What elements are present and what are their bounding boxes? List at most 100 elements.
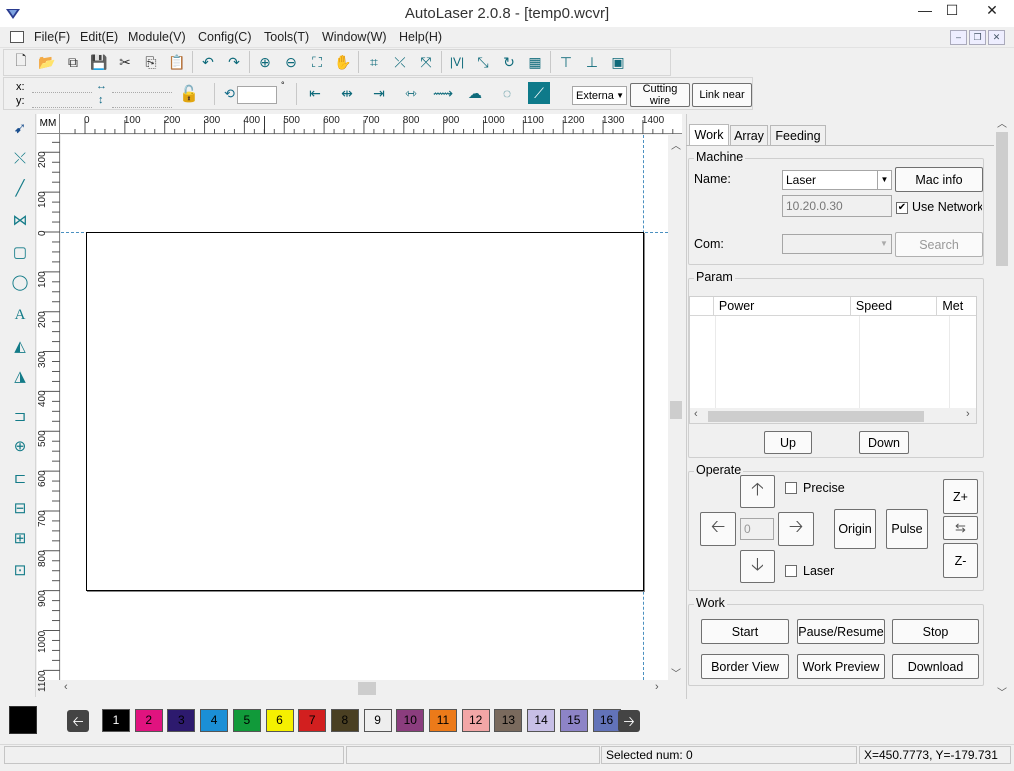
zoom-in-icon[interactable]: ⊕ xyxy=(254,51,276,73)
line-tool-icon[interactable]: ╱ xyxy=(9,178,31,200)
select-node-icon[interactable]: ⌗ xyxy=(363,51,385,73)
horizontal-scroll-thumb[interactable] xyxy=(358,682,376,695)
search-button[interactable]: Search xyxy=(895,232,983,257)
paste-icon[interactable]: 📋 xyxy=(166,51,188,73)
same-size-tool-icon[interactable]: ⊡ xyxy=(9,560,31,582)
layer-swatch-10[interactable]: 10 xyxy=(396,709,425,732)
lock-ratio-icon[interactable]: 🔓 xyxy=(179,84,199,104)
cloud-icon[interactable]: ☁ xyxy=(464,82,486,104)
mirror-h-tool-icon[interactable]: ◭ xyxy=(9,336,31,358)
distribute-icon[interactable]: ⇿ xyxy=(400,82,422,104)
y-input[interactable] xyxy=(32,95,92,108)
rotate-icon[interactable]: ↻ xyxy=(498,51,520,73)
zoom-out-icon[interactable]: ⊖ xyxy=(280,51,302,73)
layer-swatch-1[interactable]: 1 xyxy=(102,709,130,732)
param-table[interactable]: Power Speed Met ‹ › xyxy=(689,296,977,424)
param-table-scrollbar[interactable]: ‹ › xyxy=(690,408,976,423)
mdi-restore-button[interactable]: ❐ xyxy=(969,30,986,45)
use-network-checkbox[interactable]: ✔ xyxy=(896,202,908,214)
layer-swatch-6[interactable]: 6 xyxy=(265,709,294,732)
distribute-v-tool-icon[interactable]: ⊟ xyxy=(9,498,31,520)
mdi-minimize-button[interactable]: – xyxy=(950,30,967,45)
tab-array[interactable]: Array xyxy=(730,125,768,146)
scroll-left-icon[interactable]: ‹ xyxy=(694,408,698,420)
polyline-tool-icon[interactable]: ⋈ xyxy=(9,210,31,232)
document-icon[interactable] xyxy=(10,31,24,43)
close-button[interactable]: ✕ xyxy=(972,0,1012,20)
column-header-power[interactable]: Power xyxy=(714,297,851,315)
ellipse-tool-icon[interactable]: ◯ xyxy=(9,272,31,294)
menu-tools[interactable]: Tools(T) xyxy=(264,30,309,44)
column-header-speed[interactable]: Speed xyxy=(851,297,938,315)
layer-swatch-16[interactable]: 16 xyxy=(592,709,621,732)
scroll-right-icon[interactable]: › xyxy=(966,408,970,420)
cutting-wire-button[interactable]: Cutting wire xyxy=(630,83,690,107)
arrow-down-button[interactable]: 🡣 xyxy=(740,550,775,583)
align-bottom-tool-icon[interactable]: ⊏ xyxy=(9,468,31,490)
pause-resume-button[interactable]: Pause/Resume xyxy=(797,619,885,644)
z-swap-button[interactable]: ⇆ xyxy=(943,516,978,540)
grid-icon[interactable]: ▦ xyxy=(524,51,546,73)
scroll-down-icon[interactable]: ﹀ xyxy=(671,665,681,680)
rectangle-tool-icon[interactable]: ▢ xyxy=(9,242,31,264)
menu-config[interactable]: Config(C) xyxy=(198,30,252,44)
layer-swatch-3[interactable]: 3 xyxy=(167,709,196,732)
zoom-fit-icon[interactable]: ⛶ xyxy=(306,51,328,73)
com-select[interactable]: ▼ xyxy=(782,234,892,254)
align-right-icon[interactable]: ⇥ xyxy=(368,82,390,104)
z-minus-button[interactable]: Z- xyxy=(943,543,978,578)
new-file-icon[interactable]: 🗋 xyxy=(10,51,32,73)
layer-swatch-5[interactable]: 5 xyxy=(232,709,261,732)
start-button[interactable]: Start xyxy=(701,619,789,644)
laser-checkbox[interactable] xyxy=(785,565,797,577)
link-near-button[interactable]: Link near xyxy=(692,83,752,107)
menu-window[interactable]: Window(W) xyxy=(322,30,387,44)
mirror-v-tool-icon[interactable]: ◮ xyxy=(9,366,31,388)
scroll-up-icon[interactable]: ︿ xyxy=(671,137,681,152)
pulse-button[interactable]: Pulse xyxy=(886,509,928,549)
border-view-button[interactable]: Border View xyxy=(701,654,789,679)
layer-swatch-8[interactable]: 8 xyxy=(330,709,359,732)
stop-button[interactable]: Stop xyxy=(892,619,979,644)
cut-icon[interactable]: ✂ xyxy=(114,51,136,73)
canvas-horizontal-scrollbar[interactable]: ‹ › xyxy=(61,680,668,697)
work-area[interactable] xyxy=(86,232,644,591)
layer-swatch-13[interactable]: 13 xyxy=(494,709,523,732)
cut-path-icon[interactable]: ⟋ xyxy=(528,82,550,104)
copy-icon[interactable]: ⎘ xyxy=(140,51,162,73)
layer-swatch-7[interactable]: 7 xyxy=(298,709,327,732)
arrow-up-button[interactable]: 🡡 xyxy=(740,475,775,508)
scroll-up-icon[interactable]: ︿ xyxy=(997,115,1007,130)
layer-swatch-14[interactable]: 14 xyxy=(527,709,556,732)
panel-scrollbar[interactable]: ︿ ﹀ xyxy=(994,114,1010,699)
open-folder-icon[interactable]: 📂 xyxy=(36,51,58,73)
maximize-button[interactable]: ☐ xyxy=(937,0,967,20)
work-preview-button[interactable]: Work Preview xyxy=(797,654,885,679)
minimize-button[interactable]: — xyxy=(910,0,940,20)
layer-swatch-11[interactable]: 11 xyxy=(429,709,457,732)
align-top-icon[interactable]: ⊤ xyxy=(555,51,577,73)
arrow-left-button[interactable]: 🡠 xyxy=(700,512,736,546)
align-center-h-icon[interactable]: ⇹ xyxy=(336,82,358,104)
column-header-method[interactable]: Met xyxy=(937,297,976,315)
precise-checkbox[interactable] xyxy=(785,482,797,494)
save-icon[interactable]: 💾 xyxy=(88,51,110,73)
ip-address-field[interactable]: 10.20.0.30 xyxy=(782,195,892,217)
align-top-tool-icon[interactable]: ⊐ xyxy=(9,406,31,428)
align-bottom-icon[interactable]: ⊥ xyxy=(581,51,603,73)
drawing-canvas[interactable] xyxy=(61,135,668,680)
node-break-icon[interactable]: ⤧ xyxy=(415,51,437,73)
origin-button[interactable]: Origin xyxy=(834,509,876,549)
layer-prev-button[interactable]: 🡠 xyxy=(67,710,89,732)
width-input[interactable] xyxy=(112,80,172,93)
menu-edit[interactable]: Edit(E) xyxy=(80,30,118,44)
align-center-tool-icon[interactable]: ⊕ xyxy=(9,436,31,458)
param-scroll-thumb[interactable] xyxy=(708,411,924,422)
layer-swatch-4[interactable]: 4 xyxy=(200,709,229,732)
layer-swatch-12[interactable]: 12 xyxy=(461,709,490,732)
select-arrow-icon[interactable]: ➹ xyxy=(9,118,31,140)
arrow-right-button[interactable]: 🡢 xyxy=(778,512,814,546)
canvas-vertical-scrollbar[interactable]: ︿ ﹀ xyxy=(668,135,684,680)
x-input[interactable] xyxy=(32,80,92,93)
height-input[interactable] xyxy=(112,95,172,108)
